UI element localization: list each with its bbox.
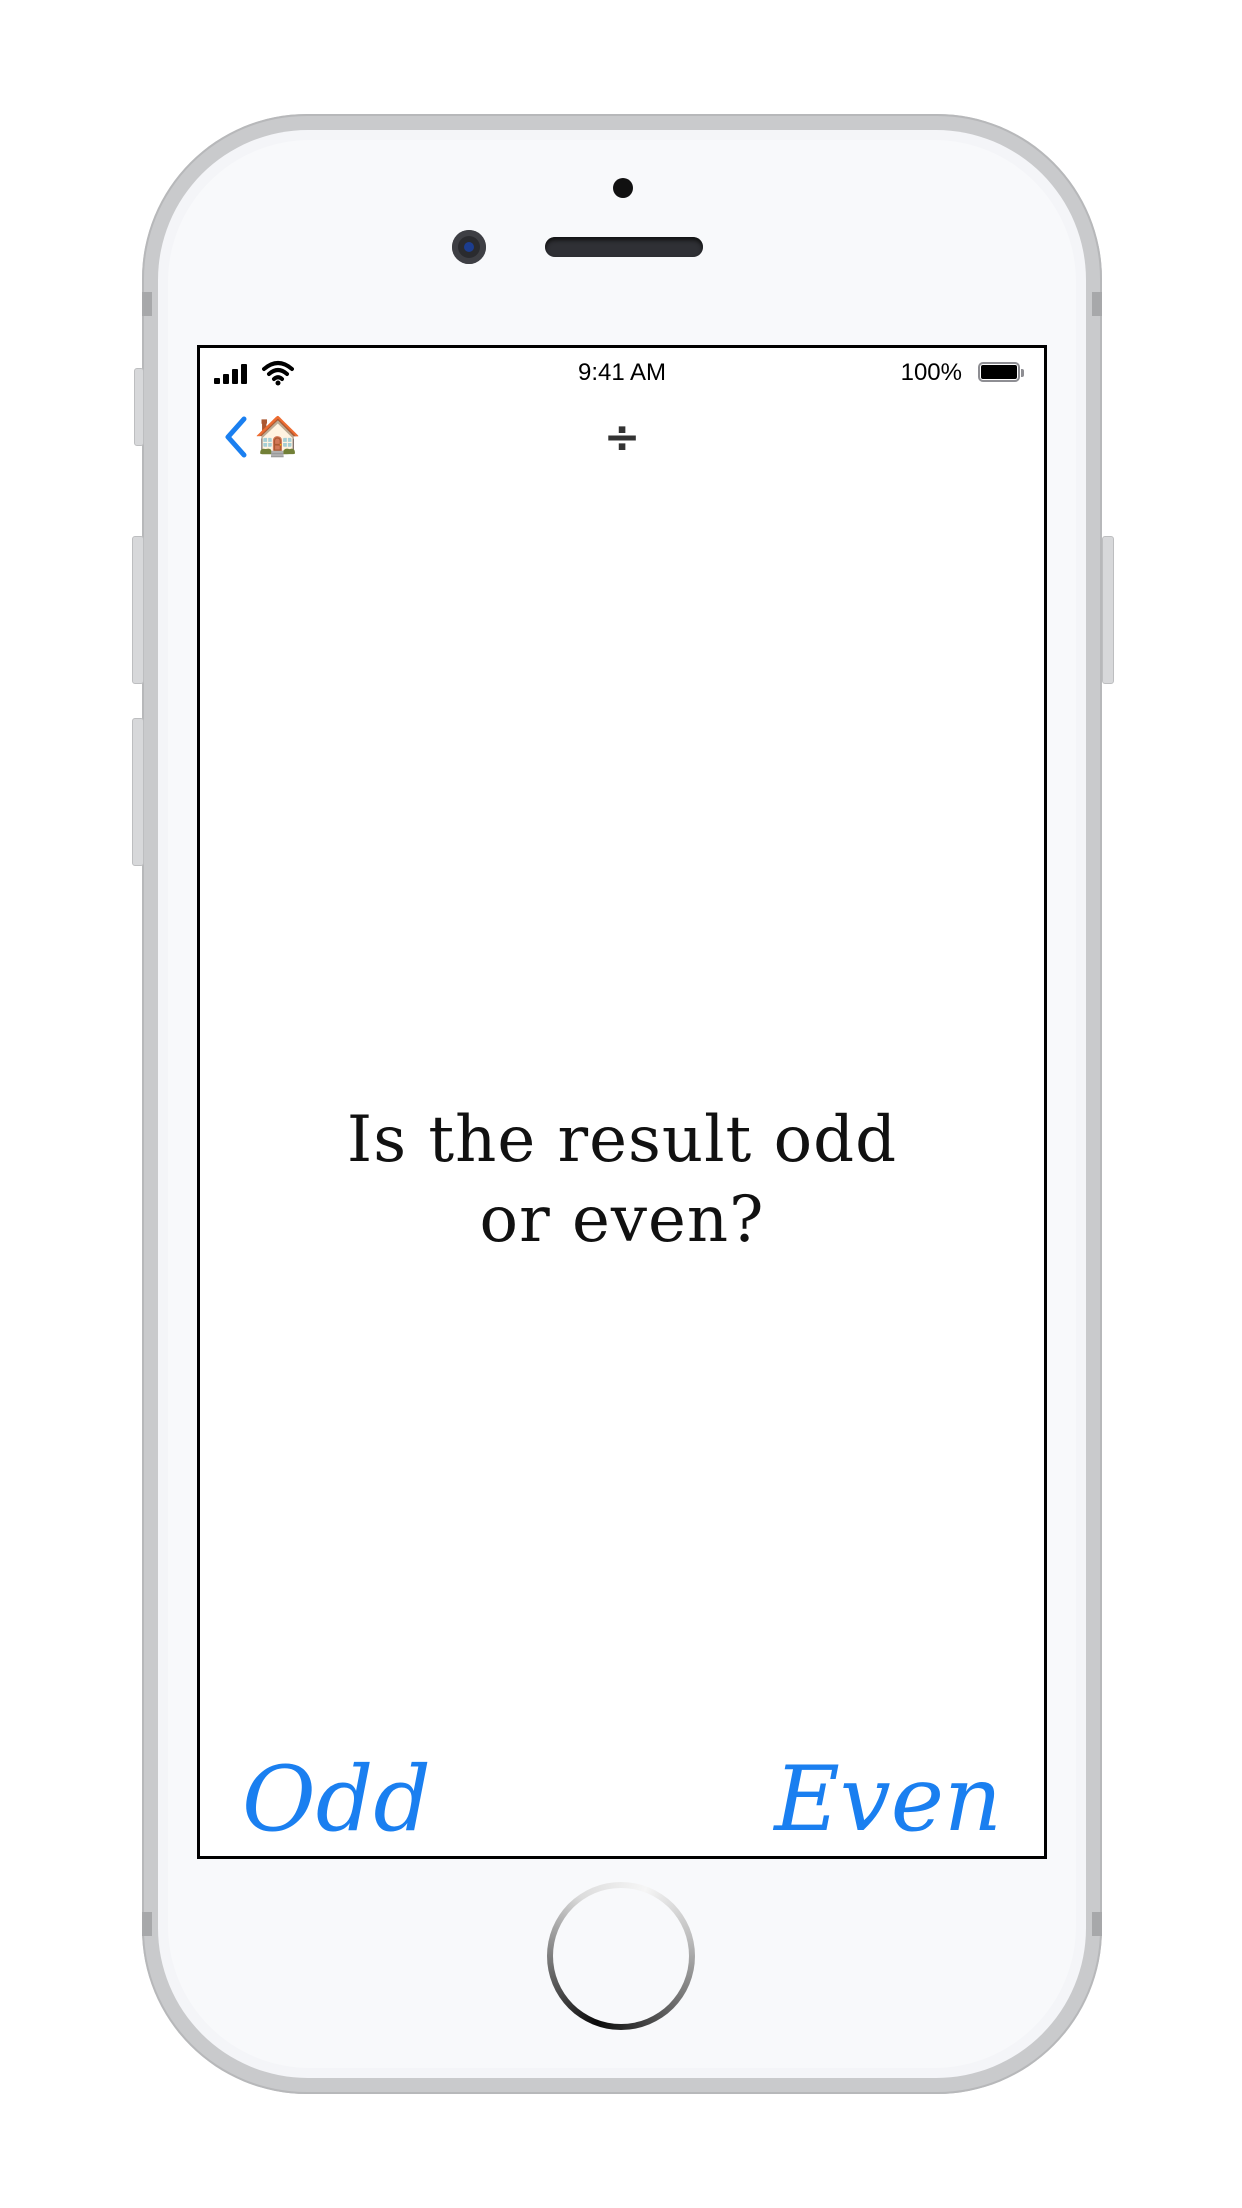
question-text: Is the result odd or even? [240, 1100, 1004, 1260]
silent-switch [134, 368, 144, 446]
status-bar: 9:41 AM 100% [200, 348, 1044, 398]
antenna-band [142, 1912, 152, 1936]
proximity-sensor [613, 178, 633, 198]
power-button [1102, 536, 1114, 684]
front-camera [452, 230, 486, 264]
odd-button[interactable]: Odd [242, 1750, 431, 1850]
volume-up-button [132, 536, 144, 684]
volume-down-button [132, 718, 144, 866]
device-mockup: 9:41 AM 100% 🏠 ÷ Is the result odd or ev… [0, 0, 1242, 2208]
home-button[interactable] [547, 1882, 695, 2030]
antenna-band [142, 292, 152, 316]
app-screen: 9:41 AM 100% 🏠 ÷ Is the result odd or ev… [197, 345, 1047, 1859]
battery-icon [978, 362, 1026, 384]
antenna-band [1092, 292, 1102, 316]
question-line-2: or even? [479, 1183, 765, 1257]
navigation-bar: 🏠 ÷ [200, 398, 1044, 468]
battery-percentage: 100% [900, 359, 962, 386]
antenna-band [1092, 1912, 1102, 1936]
nav-title: ÷ [603, 412, 641, 463]
question-line-1: Is the result odd [346, 1103, 898, 1177]
earpiece-speaker [545, 237, 703, 257]
even-button[interactable]: Even [774, 1750, 1002, 1850]
